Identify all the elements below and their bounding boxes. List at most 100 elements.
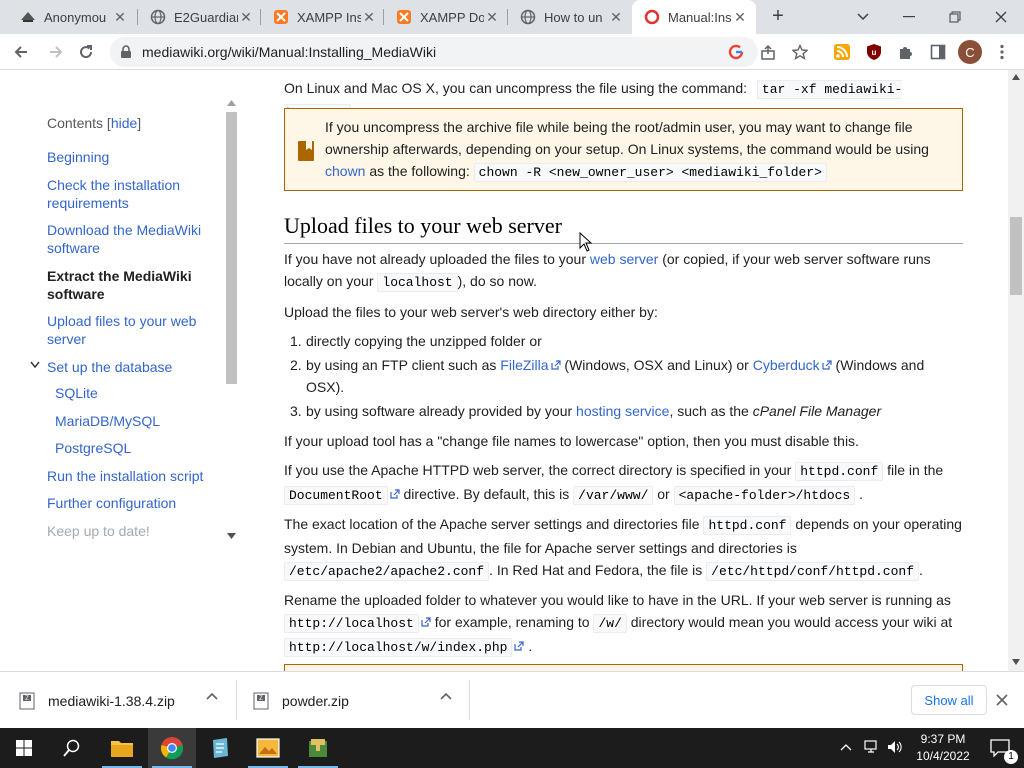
tab-manual-installing[interactable]: Manual:Ins ✕ — [632, 0, 756, 34]
intro-text: On Linux and Mac OS X, you can uncompres… — [284, 80, 748, 96]
taskbar-app-3[interactable] — [196, 728, 244, 768]
taskbar-app-4[interactable] — [244, 728, 292, 768]
back-button[interactable] — [7, 38, 35, 66]
new-tab-button[interactable]: + — [766, 5, 790, 29]
toc-item-upload-files[interactable]: Upload files to your web server — [47, 312, 217, 348]
step-2-text-2: (Windows, OSX and Linux) or — [564, 357, 749, 373]
notifications-button[interactable]: 1 — [980, 728, 1020, 768]
restore-button[interactable] — [932, 0, 978, 34]
toc-item-further-config[interactable]: Further configuration — [47, 494, 217, 512]
p5-text-4: . — [919, 562, 923, 578]
scroll-down-arrow-icon[interactable] — [227, 533, 236, 539]
side-panel-button[interactable] — [928, 42, 948, 62]
tab-close-icon[interactable]: ✕ — [112, 9, 128, 26]
cyberduck-link[interactable]: Cyberduck — [753, 357, 832, 373]
download-item[interactable]: Z mediawiki-1.38.4.zip — [18, 672, 228, 729]
localhost-link[interactable]: http://localhost — [284, 614, 431, 633]
volume-icon[interactable] — [887, 740, 903, 754]
page-scrollbar-thumb[interactable] — [1010, 217, 1022, 295]
p4-text-3: directive. By default, this is — [403, 486, 570, 502]
close-downloads-bar-button[interactable] — [996, 690, 1008, 711]
address-bar[interactable]: mediawiki.org/wiki/Manual:Installing_Med… — [110, 37, 808, 67]
localhost-url-code: http://localhost — [284, 614, 419, 633]
minimize-button[interactable] — [886, 0, 932, 34]
tab-xampp-ins[interactable]: XAMPP Ins ✕ — [261, 0, 385, 34]
external-link-icon — [390, 489, 400, 499]
system-clock[interactable]: 9:37 PM 10/4/2022 — [912, 731, 974, 765]
rss-extension-button[interactable] — [832, 42, 852, 62]
forward-button[interactable] — [42, 38, 70, 66]
start-button[interactable] — [0, 728, 48, 768]
documentroot-link[interactable]: DocumentRoot — [284, 486, 400, 505]
tab-search-button[interactable] — [840, 0, 886, 34]
upload-paragraph-3: If your upload tool has a "change file n… — [284, 433, 859, 449]
scroll-down-arrow-icon[interactable] — [1012, 659, 1020, 665]
chevron-up-icon[interactable] — [840, 743, 852, 751]
taskbar-app-5[interactable] — [294, 728, 342, 768]
reload-button[interactable] — [72, 38, 100, 66]
toc-item-extract-current[interactable]: Extract the MediaWiki software — [47, 267, 217, 303]
toc-item-beginning[interactable]: Beginning — [47, 148, 217, 166]
step-3-text-2: , such as the — [669, 403, 749, 419]
menu-button[interactable] — [992, 42, 1012, 62]
google-icon[interactable] — [728, 44, 744, 60]
close-window-button[interactable] — [978, 0, 1024, 34]
toc-item-run-script[interactable]: Run the installation script — [47, 467, 217, 485]
ublock-extension-button[interactable]: u — [864, 42, 884, 62]
tab-how-to[interactable]: How to un ✕ — [508, 0, 632, 34]
toc-scrollbar[interactable] — [224, 98, 239, 543]
toc-item-check-requirements[interactable]: Check the installation requirements — [47, 176, 217, 212]
toc-item-setup-database[interactable]: Set up the database — [47, 358, 217, 376]
wiki-url-link[interactable]: http://localhost/w/index.php — [284, 638, 525, 657]
filezilla-link[interactable]: FileZilla — [500, 357, 561, 373]
page-scrollbar[interactable] — [1008, 70, 1024, 671]
tab-e2guardian[interactable]: E2Guardian ✕ — [138, 0, 262, 34]
tab-close-icon[interactable]: ✕ — [608, 9, 624, 26]
extensions-button[interactable] — [896, 42, 916, 62]
windows-taskbar: 9:37 PM 10/4/2022 1 — [0, 728, 1024, 768]
tab-anonymous[interactable]: Anonymou ✕ — [8, 0, 136, 34]
note-code: chown -R <new_owner_user> <mediawiki_fol… — [473, 163, 827, 182]
toc-item-mariadb[interactable]: MariaDB/MySQL — [55, 412, 225, 430]
download-separator — [236, 680, 237, 720]
tab-strip: Anonymou ✕ E2Guardian ✕ XAMPP Ins ✕ XAMP… — [0, 0, 1024, 34]
svg-text:Z: Z — [25, 696, 29, 702]
mediawiki-icon — [644, 9, 660, 25]
rss-icon — [834, 44, 850, 60]
tab-close-icon[interactable]: ✕ — [238, 9, 254, 26]
tab-close-icon[interactable]: ✕ — [361, 9, 377, 26]
chevron-up-icon[interactable] — [440, 692, 452, 700]
scroll-up-arrow-icon[interactable] — [227, 100, 236, 106]
step-2-text-1: by using an FTP client such as — [306, 357, 497, 373]
search-button[interactable] — [48, 728, 96, 768]
chown-link[interactable]: chown — [325, 163, 365, 179]
share-icon[interactable] — [760, 44, 776, 60]
toc-item-postgresql[interactable]: PostgreSQL — [55, 439, 225, 457]
chevron-down-icon[interactable] — [30, 361, 40, 369]
toc-scrollbar-thumb[interactable] — [226, 112, 237, 384]
url-text[interactable]: mediawiki.org/wiki/Manual:Installing_Med… — [142, 44, 436, 60]
profile-avatar[interactable]: C — [958, 40, 982, 64]
tab-close-icon[interactable]: ✕ — [484, 9, 500, 26]
note-text-part1: If you uncompress the archive file while… — [325, 119, 929, 157]
network-icon[interactable] — [864, 740, 880, 754]
taskbar-file-explorer[interactable] — [98, 728, 146, 768]
taskbar-chrome[interactable] — [148, 728, 196, 768]
lock-icon[interactable] — [120, 45, 132, 59]
toc-item-keep-up-to-date[interactable]: Keep up to date! — [47, 522, 217, 540]
tab-xampp-do[interactable]: XAMPP Do ✕ — [384, 0, 508, 34]
download-item[interactable]: Z powder.zip — [252, 672, 462, 729]
toc-hide-link[interactable]: hide — [111, 115, 137, 131]
toc-item-download[interactable]: Download the MediaWiki software — [47, 221, 217, 257]
show-all-downloads-button[interactable]: Show all — [911, 685, 987, 715]
upload-paragraph-2: Upload the files to your web server's we… — [284, 304, 658, 320]
chevron-up-icon[interactable] — [206, 692, 218, 700]
tab-close-icon[interactable]: ✕ — [732, 9, 748, 26]
tab-title: Manual:Ins — [668, 9, 732, 25]
browser-toolbar: mediawiki.org/wiki/Manual:Installing_Med… — [0, 34, 1024, 70]
toc-item-sqlite[interactable]: SQLite — [55, 384, 225, 402]
scroll-up-arrow-icon[interactable] — [1012, 74, 1020, 80]
bookmark-star-icon[interactable] — [792, 44, 808, 60]
web-server-link[interactable]: web server — [590, 251, 658, 267]
hosting-service-link[interactable]: hosting service — [576, 403, 669, 419]
